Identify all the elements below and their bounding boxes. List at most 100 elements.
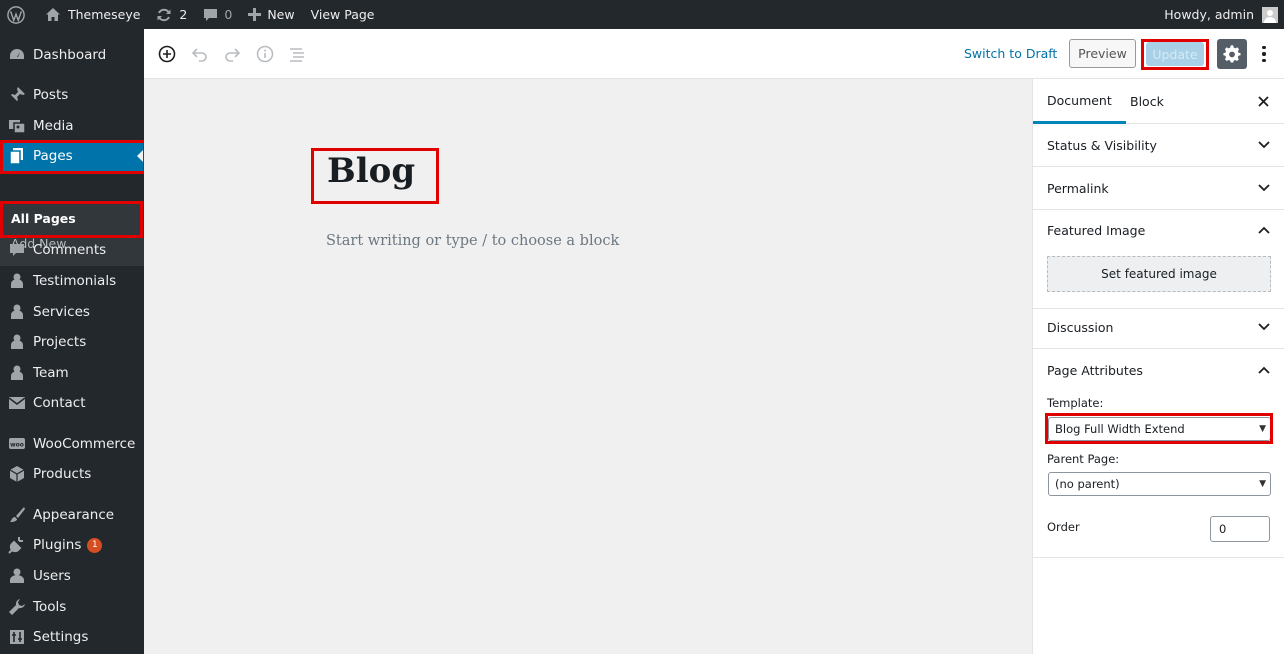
view-page-label: View Page [310, 7, 375, 22]
sidebar-item-team[interactable]: Team [0, 358, 144, 388]
my-account[interactable]: Howdy, admin [1164, 6, 1284, 23]
new-content-link[interactable]: New [241, 0, 301, 29]
mail-icon [8, 394, 26, 412]
order-label: Order [1047, 520, 1080, 534]
updates-link[interactable]: 2 [149, 0, 194, 29]
sidebar-item-users[interactable]: Users [0, 561, 144, 591]
close-icon[interactable] [1255, 93, 1271, 109]
brush-icon [8, 506, 26, 524]
sidebar-item-label: Users [33, 568, 71, 584]
dropdown-arrow-icon: ▼ [1259, 479, 1266, 489]
section-status-visibility[interactable]: Status & Visibility [1033, 124, 1284, 167]
sidebar-item-testimonials[interactable]: Testimonials [0, 266, 144, 296]
block-placeholder[interactable]: Start writing or type / to choose a bloc… [326, 233, 619, 249]
plus-icon [248, 8, 262, 21]
sidebar-item-appearance[interactable]: Appearance [0, 500, 144, 530]
add-block-icon[interactable] [157, 44, 177, 64]
post-title[interactable]: Blog [327, 151, 415, 191]
person-icon [8, 364, 26, 382]
sidebar-item-label: WooCommerce [33, 436, 136, 452]
site-name: Themeseye [68, 7, 141, 22]
template-select[interactable]: Blog Full Width Extend ▼ [1048, 417, 1271, 441]
redo-icon[interactable] [222, 44, 242, 64]
chevron-up-icon [1258, 366, 1270, 374]
section-discussion[interactable]: Discussion [1033, 309, 1284, 349]
undo-icon[interactable] [190, 44, 210, 64]
wrench-icon [8, 598, 26, 616]
sidebar-item-dashboard[interactable]: Dashboard [0, 40, 144, 70]
sidebar-item-woocommerce[interactable]: woo WooCommerce [0, 429, 144, 459]
view-page-link[interactable]: View Page [304, 0, 382, 29]
parent-page-label: Parent Page: [1047, 452, 1120, 466]
chevron-down-icon [1258, 141, 1270, 149]
parent-page-value: (no parent) [1055, 477, 1120, 491]
switch-to-draft-link[interactable]: Switch to Draft [964, 46, 1057, 61]
update-button[interactable]: Update [1146, 42, 1204, 66]
section-title: Status & Visibility [1047, 138, 1157, 153]
sidebar-item-services[interactable]: Services [0, 297, 144, 327]
sidebar-item-label: Settings [33, 629, 89, 645]
info-icon[interactable] [255, 44, 275, 64]
sidebar-item-plugins[interactable]: Plugins 1 [0, 530, 144, 560]
sidebar-item-label: Products [33, 466, 92, 482]
sidebar-item-tools[interactable]: Tools [0, 592, 144, 622]
dashboard-icon [8, 46, 26, 64]
sidebar-item-pages[interactable]: Pages [0, 141, 144, 171]
sidebar-item-label: Comments [33, 242, 107, 258]
order-input[interactable]: 0 [1210, 516, 1270, 542]
gear-icon [1223, 45, 1241, 63]
sidebar-item-label: Media [33, 118, 74, 134]
editor-canvas: Blog Start writing or type / to choose a… [144, 79, 1032, 654]
chevron-down-icon [1258, 323, 1270, 331]
preview-button[interactable]: Preview [1069, 39, 1136, 68]
sidebar-item-label: Services [33, 304, 90, 320]
svg-text:woo: woo [10, 442, 24, 449]
pages-icon [8, 147, 26, 165]
tab-block[interactable]: Block [1130, 79, 1164, 124]
section-permalink[interactable]: Permalink [1033, 167, 1284, 210]
wordpress-logo-icon[interactable] [0, 0, 32, 29]
sidebar-item-label: Projects [33, 334, 87, 350]
section-title[interactable]: Page Attributes [1047, 363, 1143, 378]
set-featured-image-button[interactable]: Set featured image [1047, 256, 1271, 292]
sidebar-item-contact[interactable]: Contact [0, 388, 144, 418]
chevron-up-icon [1258, 226, 1270, 234]
section-title[interactable]: Featured Image [1047, 223, 1145, 238]
section-title: Discussion [1047, 320, 1114, 335]
comment-bubble-icon [203, 8, 218, 22]
sidebar-item-settings[interactable]: Settings [0, 622, 144, 652]
sidebar-item-label: Testimonials [33, 273, 117, 289]
settings-gear-button[interactable] [1217, 39, 1247, 69]
greeting: Howdy, admin [1164, 7, 1254, 22]
refresh-icon [156, 7, 172, 23]
dropdown-arrow-icon: ▼ [1259, 424, 1266, 434]
comments-link[interactable]: 0 [196, 0, 239, 29]
section-title: Permalink [1047, 181, 1109, 196]
sidebar-item-projects[interactable]: Projects [0, 327, 144, 357]
sidebar-item-label: Plugins [33, 537, 82, 553]
sidebar-item-label: Team [33, 365, 69, 381]
more-options-icon[interactable] [1254, 44, 1274, 64]
sidebar-item-media[interactable]: Media [0, 111, 144, 141]
person-icon [8, 303, 26, 321]
template-label: Template: [1047, 396, 1104, 410]
sidebar-item-products[interactable]: Products [0, 459, 144, 489]
tab-document[interactable]: Document [1033, 79, 1126, 124]
person-icon [8, 333, 26, 351]
parent-page-select[interactable]: (no parent) ▼ [1048, 472, 1271, 496]
person-icon [8, 272, 26, 290]
home-icon [45, 7, 61, 22]
settings-sidebar: Document Block Status & Visibility Perma… [1032, 79, 1284, 654]
submenu-all-pages[interactable]: All Pages [11, 211, 76, 226]
template-value: Blog Full Width Extend [1055, 422, 1185, 436]
sidebar-item-comments[interactable]: Comments [0, 235, 144, 265]
sidebar-item-label: Pages [33, 148, 73, 164]
sidebar-item-label: Contact [33, 395, 86, 411]
user-icon [8, 567, 26, 585]
plugin-icon [8, 536, 26, 554]
site-name-link[interactable]: Themeseye [38, 0, 147, 29]
outline-icon[interactable] [287, 44, 307, 64]
sidebar-item-label: Appearance [33, 507, 115, 523]
editor-toolbar: Switch to Draft Preview Update [144, 29, 1284, 79]
sidebar-item-posts[interactable]: Posts [0, 80, 144, 110]
